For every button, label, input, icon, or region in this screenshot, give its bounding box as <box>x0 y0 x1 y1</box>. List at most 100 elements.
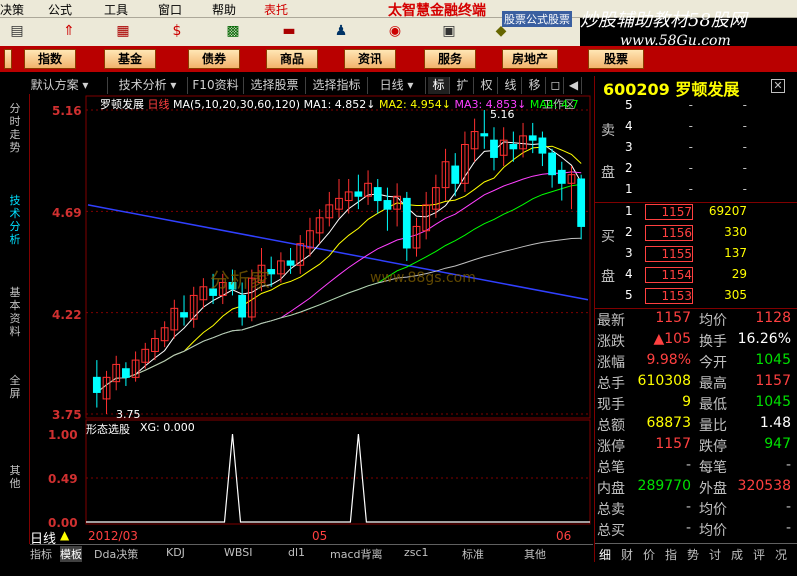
stat-label: 涨幅 <box>597 355 625 371</box>
buy-order-row: 5 1153 305 <box>595 288 797 309</box>
quote-tab[interactable]: 细 <box>599 546 611 563</box>
expand-button[interactable]: 扩 <box>452 77 474 94</box>
btab-dl1[interactable]: dl1 <box>288 546 305 559</box>
btab-wbsi[interactable]: WBSI <box>224 546 252 559</box>
order-volume: - <box>742 119 747 133</box>
candle-down <box>480 133 489 137</box>
category-fund-button[interactable]: 基金 <box>104 49 156 69</box>
select-stock-button[interactable]: 选择股票 <box>244 77 306 94</box>
order-price: 1157 <box>645 204 693 220</box>
chart-icon[interactable]: ▦ <box>112 21 134 41</box>
category-news-button[interactable]: 资讯 <box>344 49 396 69</box>
rights-button[interactable]: 权 <box>476 77 498 94</box>
date-bar: 日线 ▲ 2012/03 05 06 <box>30 526 593 547</box>
quote-stat-row: 总额 68873 量比 1.48 <box>595 415 797 436</box>
folder-icon[interactable]: ▬ <box>278 21 300 41</box>
stat-value: 610308 <box>637 373 691 389</box>
monitor-icon[interactable]: ▣ <box>438 21 460 41</box>
period-dropdown[interactable]: 日线 ▾ <box>368 77 426 94</box>
candle-down <box>402 197 411 249</box>
buy-order-row: 4 1154 29 <box>595 267 797 288</box>
category-stock-button[interactable]: 股票 <box>588 49 644 69</box>
stat-label: 均价 <box>699 313 727 329</box>
quote-tab[interactable]: 讨 <box>709 546 721 563</box>
stat-label: 最低 <box>699 397 727 413</box>
order-volume: - <box>742 161 747 175</box>
quote-tab[interactable]: 势 <box>687 546 699 563</box>
period-label: 日线 <box>379 78 404 92</box>
btab-zsc1[interactable]: zsc1 <box>404 546 429 559</box>
kline-chart[interactable] <box>30 94 593 526</box>
order-price: 1154 <box>645 267 693 283</box>
globe-icon[interactable]: ◉ <box>384 21 406 41</box>
doc-icon[interactable]: ▤ <box>6 21 28 41</box>
order-price: 1155 <box>645 246 693 262</box>
tab-intraday[interactable]: 分时走势 <box>5 102 25 154</box>
indicator-pane-frame <box>85 419 591 525</box>
line-button[interactable]: 线 <box>500 77 522 94</box>
quote-tab[interactable]: 况 <box>775 546 787 563</box>
order-price: 1156 <box>645 225 693 241</box>
quote-stat-row: 总手 610308 最高 1157 <box>595 373 797 394</box>
candle-down <box>122 368 130 378</box>
btab-dda[interactable]: Dda决策 <box>94 546 138 562</box>
select-indicator-button[interactable]: 选择指标 <box>306 77 368 94</box>
ytick-mid1: 4.69 <box>52 206 82 220</box>
stat-value: 1157 <box>655 310 691 326</box>
quote-tab[interactable]: 评 <box>753 546 765 563</box>
analysis-toolbar: 默认方案 ▾ 技术分析 ▾ F10资料 选择股票 选择指标 日线 ▾ 标 扩 权… <box>12 76 594 94</box>
sell-order-row: 1 - - <box>595 182 797 203</box>
category-commodity-button[interactable]: 商品 <box>266 49 318 69</box>
btab-standard[interactable]: 标准 <box>462 546 484 562</box>
move-button[interactable]: 移 <box>524 77 546 94</box>
menu-window[interactable]: 窗口 <box>158 1 182 18</box>
brand-title: 太智慧金融终端 <box>388 3 486 19</box>
order-price: - <box>688 140 693 154</box>
order-volume: 29 <box>731 267 747 281</box>
order-price: - <box>688 161 693 175</box>
quote-tab[interactable]: 价 <box>643 546 655 563</box>
indicator-xg: XG: 0.000 <box>140 421 195 434</box>
buy-order-row: 2 1156 330 <box>595 225 797 246</box>
btab-template[interactable]: 模板 <box>60 546 82 562</box>
menu-decision[interactable]: 决策 <box>0 1 24 18</box>
category-realestate-button[interactable]: 房地产 <box>502 49 558 69</box>
mark-button[interactable]: 标 <box>428 77 450 94</box>
stats-divider <box>595 308 797 309</box>
people-icon[interactable]: ♟ <box>330 21 352 41</box>
menu-help[interactable]: 帮助 <box>212 1 236 18</box>
f10-button[interactable]: F10资料 <box>188 77 244 94</box>
tab-other[interactable]: 其他 <box>5 464 25 490</box>
tab-technical[interactable]: 技术分析 <box>5 194 25 246</box>
stat-label: 外盘 <box>699 481 727 497</box>
tab-fundamental[interactable]: 基本资料 <box>5 286 25 338</box>
menu-formula[interactable]: 公式 <box>48 1 72 18</box>
candle-down <box>451 165 460 184</box>
scheme-dropdown[interactable]: 默认方案 ▾ <box>12 77 108 94</box>
zoom-in-icon[interactable]: ◻ <box>548 77 564 94</box>
category-bond-button[interactable]: 债券 <box>188 49 240 69</box>
left-arrow-icon[interactable]: ◀ <box>566 77 582 94</box>
close-icon[interactable]: ✕ <box>771 79 785 93</box>
order-level: 5 <box>625 98 633 112</box>
quote-tab[interactable]: 成 <box>731 546 743 563</box>
grid-icon[interactable]: ▩ <box>222 21 244 41</box>
btab-kdj[interactable]: KDJ <box>166 546 185 559</box>
btab-indicator[interactable]: 指标 <box>30 546 52 562</box>
stat-label: 总手 <box>597 376 625 392</box>
dollar-icon[interactable]: $ <box>166 21 188 41</box>
category-index-button[interactable]: 指数 <box>24 49 76 69</box>
category-service-button[interactable]: 服务 <box>424 49 476 69</box>
category-stub <box>4 49 12 69</box>
btab-macd[interactable]: macd背离 <box>330 546 383 562</box>
icon-toolbar: ▤ ⇑ ▦ $ ▩ ▬ ♟ ◉ ▣ ◆ <box>0 18 580 46</box>
arrow-up-icon[interactable]: ⇑ <box>58 21 80 41</box>
tab-fullscreen[interactable]: 全屏 <box>5 374 25 400</box>
quote-tab[interactable]: 指 <box>665 546 677 563</box>
btab-other[interactable]: 其他 <box>524 546 546 562</box>
menu-highlight[interactable]: 表托 <box>264 1 288 18</box>
tech-analysis-dropdown[interactable]: 技术分析 ▾ <box>108 77 188 94</box>
quote-tab[interactable]: 财 <box>621 546 633 563</box>
menu-tools[interactable]: 工具 <box>104 1 128 18</box>
stat-value: 68873 <box>646 415 691 431</box>
